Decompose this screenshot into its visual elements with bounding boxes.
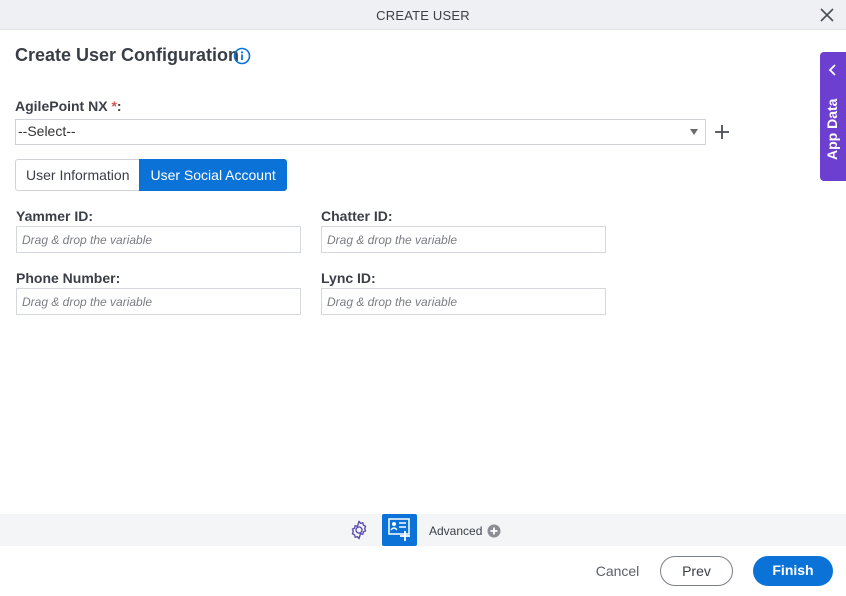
label-colon: : bbox=[116, 98, 122, 114]
plus-circle-icon[interactable] bbox=[487, 524, 501, 538]
yammer-id-input[interactable]: Drag & drop the variable bbox=[16, 226, 301, 253]
app-data-panel-toggle[interactable]: App Data bbox=[820, 52, 846, 181]
prev-button[interactable]: Prev bbox=[660, 556, 733, 586]
phone-number-input[interactable]: Drag & drop the variable bbox=[16, 288, 301, 315]
yammer-id-label: Yammer ID: bbox=[16, 208, 94, 224]
chatter-id-input[interactable]: Drag & drop the variable bbox=[321, 226, 606, 253]
phone-number-label: Phone Number: bbox=[16, 270, 121, 286]
dropdown-arrow-icon bbox=[690, 129, 698, 135]
finish-button[interactable]: Finish bbox=[753, 556, 833, 586]
gear-icon[interactable] bbox=[348, 519, 370, 541]
close-icon[interactable] bbox=[818, 6, 836, 24]
app-data-label: App Data bbox=[824, 98, 840, 160]
chevron-left-icon bbox=[828, 64, 836, 76]
cancel-button[interactable]: Cancel bbox=[590, 563, 645, 579]
info-icon[interactable] bbox=[233, 47, 251, 65]
tab-user-information[interactable]: User Information bbox=[15, 159, 140, 191]
form-builder-button[interactable] bbox=[382, 514, 417, 546]
bottom-toolbar bbox=[0, 514, 846, 546]
agilepoint-selected-value: --Select-- bbox=[18, 123, 76, 139]
contact-card-add-icon bbox=[388, 518, 410, 541]
dialog-title: CREATE USER bbox=[376, 8, 470, 23]
page-title: Create User Configuration bbox=[15, 45, 240, 65]
tab-user-social-account[interactable]: User Social Account bbox=[139, 159, 287, 191]
agilepoint-select[interactable]: --Select-- bbox=[15, 119, 706, 145]
dialog-titlebar: CREATE USER bbox=[0, 0, 846, 30]
tab-bar: User Information User Social Account bbox=[15, 159, 287, 191]
plus-icon[interactable] bbox=[713, 123, 731, 141]
advanced-toggle[interactable]: Advanced bbox=[429, 524, 482, 538]
chatter-id-label: Chatter ID: bbox=[321, 208, 393, 224]
agilepoint-label-text: AgilePoint NX bbox=[15, 98, 108, 114]
agilepoint-label: AgilePoint NX *: bbox=[15, 98, 122, 114]
lync-id-input[interactable]: Drag & drop the variable bbox=[321, 288, 606, 315]
lync-id-label: Lync ID: bbox=[321, 270, 376, 286]
